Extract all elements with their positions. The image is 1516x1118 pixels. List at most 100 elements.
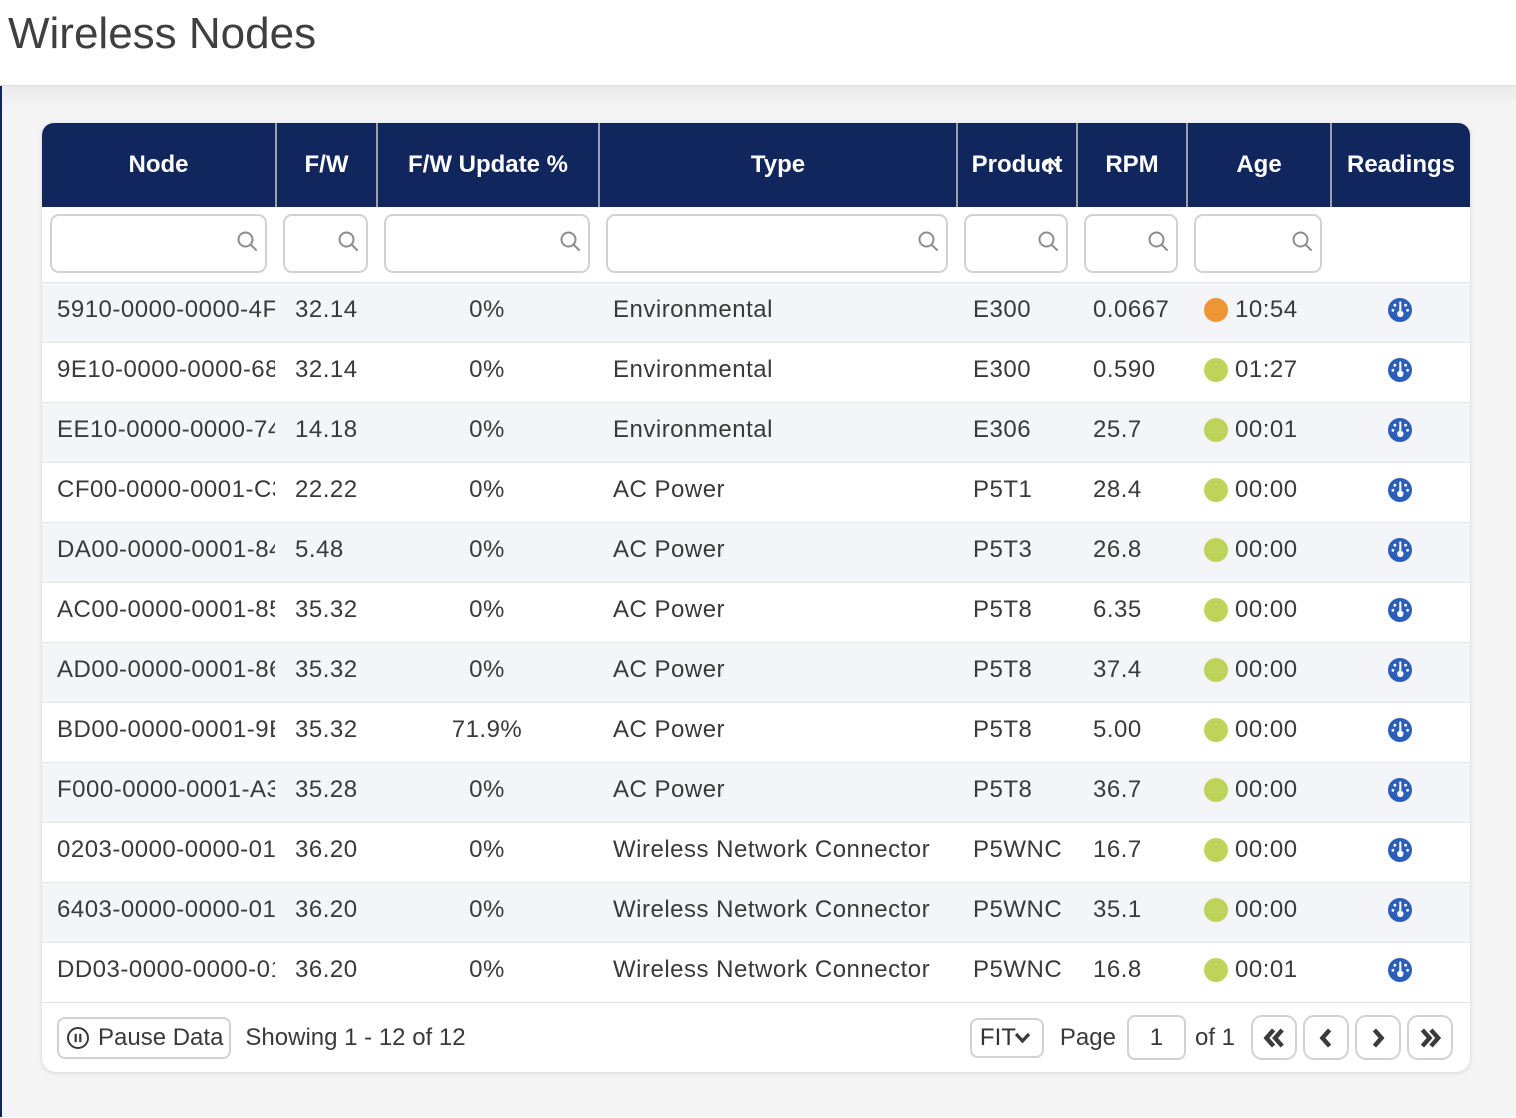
readings-gauge-icon[interactable]	[1388, 598, 1412, 622]
age-value: 01:27	[1235, 356, 1298, 384]
cell-pct: 0%	[376, 643, 598, 702]
fw-value: 36.20	[295, 836, 358, 864]
table-row: BD00-0000-0001-9BD835.3271.9%AC PowerP5T…	[42, 703, 1470, 763]
cell-product: E306	[956, 403, 1076, 462]
column-header-readings[interactable]: Readings	[1330, 123, 1470, 207]
cell-age: 00:01	[1186, 403, 1330, 462]
pause-data-button[interactable]: Pause Data	[57, 1017, 231, 1059]
last-page-button[interactable]	[1407, 1015, 1453, 1060]
age-value: 00:01	[1235, 956, 1298, 984]
type-value: Environmental	[613, 416, 773, 444]
cell-fw: 35.28	[275, 763, 376, 822]
type-value: AC Power	[613, 776, 725, 804]
age-value: 00:00	[1235, 836, 1298, 864]
content-area: NodeF/WF/W Update %TypeProductRPMAgeRead…	[0, 86, 1516, 1117]
table-row: DD03-0000-0000-01D636.200%Wireless Netwo…	[42, 943, 1470, 1003]
cell-fw: 35.32	[275, 583, 376, 642]
prev-page-button[interactable]	[1303, 1015, 1349, 1060]
column-header-pct[interactable]: F/W Update %	[376, 123, 598, 207]
cell-readings	[1330, 283, 1470, 342]
rpm-value: 6.35	[1093, 596, 1142, 624]
readings-gauge-icon[interactable]	[1388, 718, 1412, 742]
cell-node: 6403-0000-0000-0164	[42, 883, 275, 942]
age-status-dot	[1204, 598, 1228, 622]
table-body: 5910-0000-0000-4FB532.140%EnvironmentalE…	[42, 283, 1470, 1003]
filter-input-pct[interactable]	[384, 214, 590, 273]
double-chevron-right-icon	[1418, 1026, 1442, 1050]
cell-readings	[1330, 583, 1470, 642]
type-value: Wireless Network Connector	[613, 836, 930, 864]
age-status-dot	[1204, 778, 1228, 802]
column-header-type[interactable]: Type	[598, 123, 956, 207]
fw-value: 32.14	[295, 356, 358, 384]
age-status-dot	[1204, 418, 1228, 442]
filter-input-type[interactable]	[606, 214, 948, 273]
rpm-value: 36.7	[1093, 776, 1142, 804]
filter-input-age[interactable]	[1194, 214, 1322, 273]
rpm-value: 25.7	[1093, 416, 1142, 444]
cell-age: 00:00	[1186, 583, 1330, 642]
cell-pct: 0%	[376, 403, 598, 462]
readings-gauge-icon[interactable]	[1388, 538, 1412, 562]
readings-gauge-icon[interactable]	[1388, 958, 1412, 982]
filter-cell-fw	[275, 207, 376, 282]
filter-input-product[interactable]	[964, 214, 1068, 273]
page-number-input[interactable]	[1127, 1015, 1186, 1060]
sort-ascending-icon	[1040, 157, 1060, 175]
cell-fw: 36.20	[275, 823, 376, 882]
cell-readings	[1330, 763, 1470, 822]
age-value: 00:00	[1235, 536, 1298, 564]
cell-readings	[1330, 823, 1470, 882]
cell-node: AC00-0000-0001-855C	[42, 583, 275, 642]
rpm-value: 28.4	[1093, 476, 1142, 504]
page-label: Page	[1060, 1024, 1116, 1052]
cell-age: 00:00	[1186, 883, 1330, 942]
column-header-product[interactable]: Product	[956, 123, 1076, 207]
chevron-right-icon	[1366, 1026, 1390, 1050]
fw-value: 5.48	[295, 536, 344, 564]
cell-type: Environmental	[598, 403, 956, 462]
cell-product: P5WNC	[956, 943, 1076, 1002]
cell-fw: 5.48	[275, 523, 376, 582]
cell-node: 0203-0000-0000-0189	[42, 823, 275, 882]
pct-value: 0%	[469, 296, 505, 324]
readings-gauge-icon[interactable]	[1388, 838, 1412, 862]
readings-gauge-icon[interactable]	[1388, 778, 1412, 802]
cell-readings	[1330, 703, 1470, 762]
table-row: AD00-0000-0001-86F035.320%AC PowerP5T837…	[42, 643, 1470, 703]
filter-cell-rpm	[1076, 207, 1186, 282]
next-page-button[interactable]	[1355, 1015, 1401, 1060]
column-header-rpm[interactable]: RPM	[1076, 123, 1186, 207]
page-size-select[interactable]: FIT	[970, 1018, 1044, 1058]
readings-gauge-icon[interactable]	[1388, 298, 1412, 322]
cell-readings	[1330, 403, 1470, 462]
first-page-button[interactable]	[1251, 1015, 1297, 1060]
table-footer: Pause Data Showing 1 - 12 of 12 FIT Page…	[42, 1003, 1470, 1072]
product-value: P5T8	[973, 656, 1032, 684]
readings-gauge-icon[interactable]	[1388, 358, 1412, 382]
cell-rpm: 35.1	[1076, 883, 1186, 942]
cell-type: AC Power	[598, 703, 956, 762]
cell-pct: 0%	[376, 343, 598, 402]
pagination	[1251, 1015, 1453, 1060]
column-header-node[interactable]: Node	[42, 123, 275, 207]
node-value: AC00-0000-0001-855C	[57, 596, 275, 624]
filter-input-rpm[interactable]	[1084, 214, 1178, 273]
cell-age: 00:01	[1186, 943, 1330, 1002]
fw-value: 22.22	[295, 476, 358, 504]
column-header-age[interactable]: Age	[1186, 123, 1330, 207]
cell-pct: 0%	[376, 763, 598, 822]
rpm-value: 26.8	[1093, 536, 1142, 564]
filter-input-node[interactable]	[50, 214, 267, 273]
readings-gauge-icon[interactable]	[1388, 418, 1412, 442]
column-header-fw[interactable]: F/W	[275, 123, 376, 207]
readings-gauge-icon[interactable]	[1388, 478, 1412, 502]
pct-value: 0%	[469, 836, 505, 864]
age-status-dot	[1204, 898, 1228, 922]
age-value: 00:00	[1235, 596, 1298, 624]
readings-gauge-icon[interactable]	[1388, 658, 1412, 682]
readings-gauge-icon[interactable]	[1388, 898, 1412, 922]
cell-age: 00:00	[1186, 763, 1330, 822]
filter-input-fw[interactable]	[283, 214, 368, 273]
pct-value: 0%	[469, 476, 505, 504]
